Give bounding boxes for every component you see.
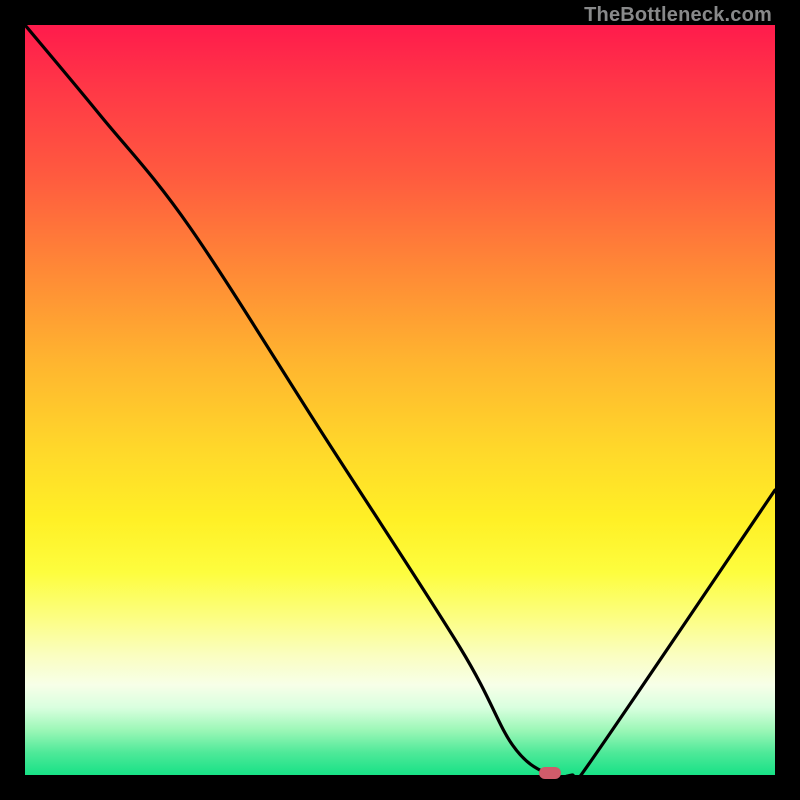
plot-area — [25, 25, 775, 775]
bottleneck-marker — [539, 767, 561, 779]
watermark-text: TheBottleneck.com — [584, 4, 772, 27]
bottleneck-curve — [25, 25, 775, 775]
chart-frame: TheBottleneck.com — [0, 0, 800, 800]
